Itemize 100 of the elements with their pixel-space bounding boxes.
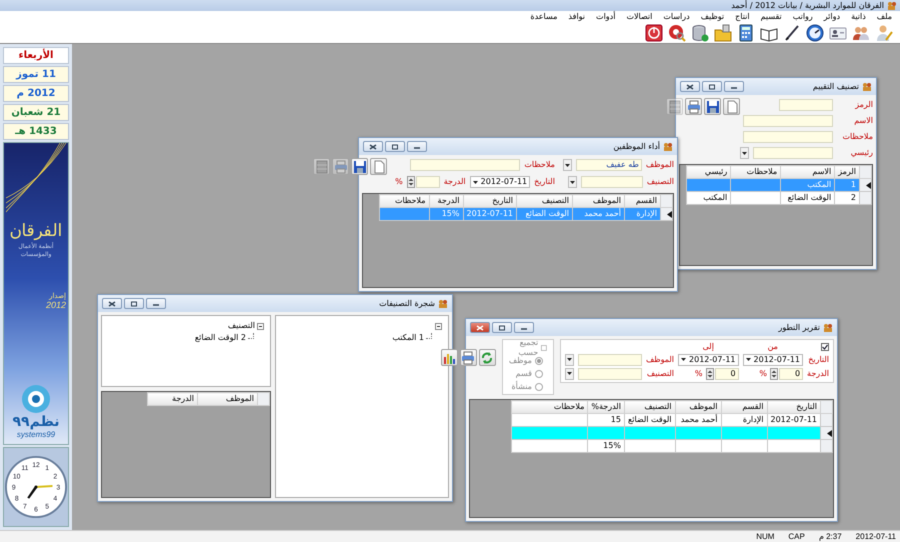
menu-item[interactable]: ذاتية xyxy=(851,12,866,22)
bar-chart-button[interactable] xyxy=(440,349,458,366)
menu-item[interactable]: تقسيم xyxy=(760,12,782,22)
close-button[interactable] xyxy=(102,298,122,309)
database-icon[interactable] xyxy=(691,24,709,42)
close-button[interactable] xyxy=(680,81,700,92)
collapse-icon[interactable] xyxy=(435,322,442,330)
field-label: التصنيف xyxy=(646,368,674,378)
save-button[interactable] xyxy=(704,98,721,115)
input-field[interactable] xyxy=(578,354,642,366)
dropdown-button[interactable] xyxy=(562,159,572,171)
field-label: ملاحظات xyxy=(524,160,555,170)
column-header[interactable]: الدرجة xyxy=(148,392,198,406)
close-button[interactable] xyxy=(470,322,490,333)
input-field[interactable] xyxy=(743,115,833,127)
menu-item[interactable]: ملف xyxy=(876,12,892,22)
spin-button[interactable] xyxy=(770,368,778,380)
input-field[interactable]: طه عفيف xyxy=(576,159,642,171)
table-cell xyxy=(675,440,721,452)
input-field[interactable] xyxy=(580,176,643,188)
input-field[interactable] xyxy=(753,147,833,159)
new-document-button[interactable] xyxy=(370,158,388,175)
minimize-button[interactable] xyxy=(724,81,744,92)
menu-item[interactable]: دوائر xyxy=(824,12,840,22)
column-header[interactable]: القسم xyxy=(721,400,767,414)
menu-item[interactable]: نوافذ xyxy=(568,12,586,22)
date-label: 11 تموز xyxy=(3,66,69,83)
printer-button[interactable] xyxy=(685,98,702,115)
maximize-button[interactable] xyxy=(492,322,512,333)
users-icon[interactable] xyxy=(852,24,870,42)
menu-item[interactable]: انتاج xyxy=(735,12,750,22)
folder-icon[interactable] xyxy=(714,24,732,42)
new-document-button[interactable] xyxy=(723,98,740,115)
column-header[interactable]: التاريخ xyxy=(463,194,516,208)
power-icon[interactable] xyxy=(645,24,663,42)
maximize-button[interactable] xyxy=(702,81,722,92)
menu-item[interactable]: اتصالات xyxy=(626,12,652,22)
dropdown-button[interactable] xyxy=(568,176,577,188)
date-field[interactable]: 2012-07-11 xyxy=(470,176,530,188)
field-label: الموظف xyxy=(646,354,674,364)
window-title: الفرقان للموارد البشرية / بيانات 2012 / أحمد xyxy=(731,0,884,10)
column-header[interactable]: الدرجة% xyxy=(588,400,624,414)
number-field[interactable]: 0 xyxy=(714,368,739,380)
column-header[interactable]: التصنيف xyxy=(624,400,675,414)
table-cell: 15% xyxy=(429,208,463,220)
maximize-button[interactable] xyxy=(124,298,144,309)
date-field[interactable]: 2012-07-11 xyxy=(678,354,739,366)
printer-button[interactable] xyxy=(460,349,477,366)
table-cell: الإدارة xyxy=(624,208,660,220)
date-label: 2012 م xyxy=(3,85,69,102)
column-header[interactable]: ملاحظات xyxy=(512,400,588,414)
column-header[interactable]: ملاحظات xyxy=(379,194,429,208)
minimize-button[interactable] xyxy=(146,298,166,309)
date-label: 21 شعبان xyxy=(3,104,69,121)
menu-item[interactable]: رواتب xyxy=(792,12,813,22)
dropdown-button[interactable] xyxy=(564,368,574,380)
column-header[interactable]: الموظف xyxy=(675,400,721,414)
column-header[interactable]: ملاحظات xyxy=(730,166,781,178)
checkbox[interactable] xyxy=(821,342,829,351)
table-cell: الوقت الضائع xyxy=(516,208,572,220)
pen-icon[interactable] xyxy=(783,24,801,42)
column-header[interactable]: القسم xyxy=(624,194,660,208)
compass-icon[interactable] xyxy=(806,24,824,42)
date-field[interactable]: 2012-07-11 xyxy=(742,354,804,366)
calculator-icon[interactable] xyxy=(737,24,755,42)
close-button[interactable] xyxy=(363,141,383,152)
table-cell: 1 xyxy=(834,178,860,192)
clock-hands-icon xyxy=(27,485,52,499)
menu-item[interactable]: أدوات xyxy=(596,12,616,22)
dropdown-button[interactable] xyxy=(564,354,574,366)
input-field[interactable] xyxy=(779,99,833,111)
maximize-button[interactable] xyxy=(385,141,405,152)
column-header[interactable]: الموظف xyxy=(572,194,624,208)
refresh-button[interactable] xyxy=(478,349,496,366)
number-field[interactable]: 0 xyxy=(779,368,804,380)
column-header[interactable]: الدرجة xyxy=(429,194,463,208)
number-field[interactable] xyxy=(416,176,440,188)
tree-item[interactable]: 1 المكتب xyxy=(392,333,424,343)
column-header[interactable]: التاريخ xyxy=(767,400,820,414)
menu-item[interactable]: مساعدة xyxy=(530,12,558,22)
tree-item[interactable]: 2 الوقت الضائع xyxy=(194,333,246,343)
input-field[interactable] xyxy=(578,368,642,380)
save-button[interactable] xyxy=(351,158,368,175)
column-header[interactable]: رئيسي xyxy=(686,166,731,178)
column-header[interactable]: الموظف xyxy=(198,392,258,406)
minimize-button[interactable] xyxy=(514,322,534,333)
dropdown-button[interactable] xyxy=(740,147,749,159)
column-header[interactable]: التصنيف xyxy=(516,194,572,208)
input-field[interactable] xyxy=(743,131,833,143)
spin-button[interactable] xyxy=(406,176,415,188)
column-header[interactable]: الاسم xyxy=(780,166,835,178)
collapse-icon[interactable] xyxy=(257,322,264,330)
spin-button[interactable] xyxy=(706,368,714,380)
help-icon[interactable] xyxy=(668,24,686,42)
minimize-button[interactable] xyxy=(407,141,427,152)
tree-item[interactable]: التصنيف xyxy=(228,321,255,331)
menu-item[interactable]: توظيف xyxy=(700,12,724,22)
column-header[interactable]: الرمز xyxy=(834,166,860,178)
input-field[interactable] xyxy=(410,159,520,171)
menu-item[interactable]: دراسات xyxy=(663,12,690,22)
